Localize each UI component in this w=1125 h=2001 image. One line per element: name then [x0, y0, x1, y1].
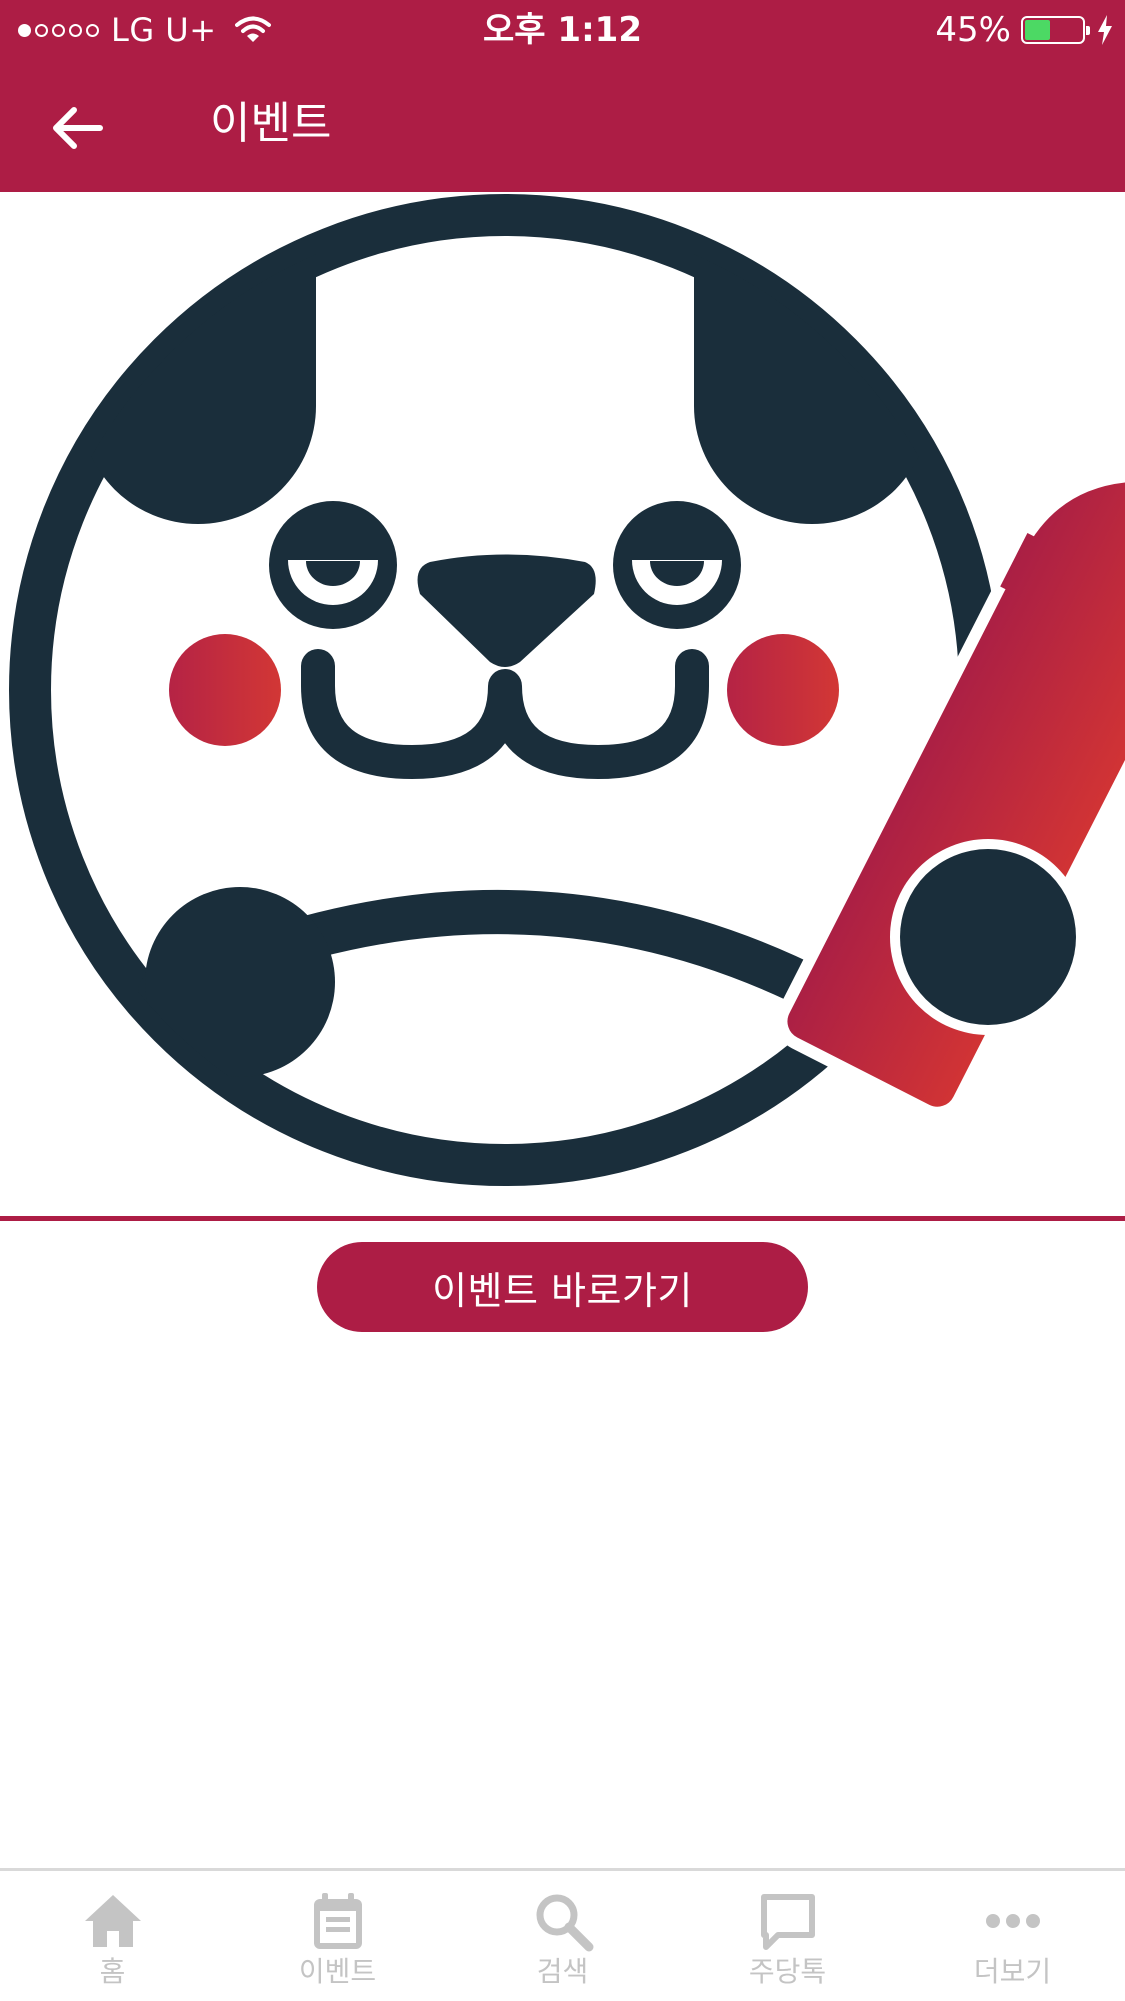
bottom-tab-bar: 홈 이벤트 검색 주당톡 더보기 — [0, 1868, 1125, 2001]
event-banner[interactable] — [0, 192, 1125, 1217]
more-icon — [985, 1914, 1040, 1928]
battery-percentage: 45% — [935, 10, 1011, 50]
search-icon — [536, 1894, 593, 1952]
tab-home-label: 홈 — [99, 1955, 126, 1988]
tab-search-label: 검색 — [536, 1955, 589, 1988]
drunk-dog-logo-image — [9, 194, 1125, 1186]
go-to-event-button[interactable]: 이벤트 바로가기 — [317, 1242, 808, 1332]
tab-more[interactable]: 더보기 — [900, 1871, 1125, 2001]
app-bar: LG U+ 오후 1:12 45% 이벤트 — [0, 0, 1125, 192]
tab-talk-label: 주당톡 — [748, 1955, 827, 1988]
status-bar: LG U+ 오후 1:12 45% — [0, 0, 1125, 60]
section-divider — [0, 1216, 1125, 1221]
back-button[interactable] — [40, 92, 112, 164]
page-title: 이벤트 — [210, 98, 332, 149]
tab-more-label: 더보기 — [973, 1955, 1052, 1988]
charging-bolt-icon — [1098, 15, 1112, 45]
tab-event[interactable]: 이벤트 — [225, 1871, 450, 2001]
calendar-icon — [313, 1893, 362, 1949]
status-bar-right: 45% — [935, 8, 1113, 52]
tab-home[interactable]: 홈 — [0, 1871, 225, 2001]
tab-search[interactable]: 검색 — [450, 1871, 675, 2001]
tab-talk[interactable]: 주당톡 — [675, 1871, 900, 2001]
battery-level-fill — [1025, 20, 1051, 40]
tab-event-label: 이벤트 — [298, 1955, 377, 1988]
home-icon — [84, 1895, 141, 1947]
chat-icon — [760, 1894, 815, 1950]
battery-icon — [1021, 16, 1090, 44]
arrow-left-icon — [53, 107, 103, 149]
